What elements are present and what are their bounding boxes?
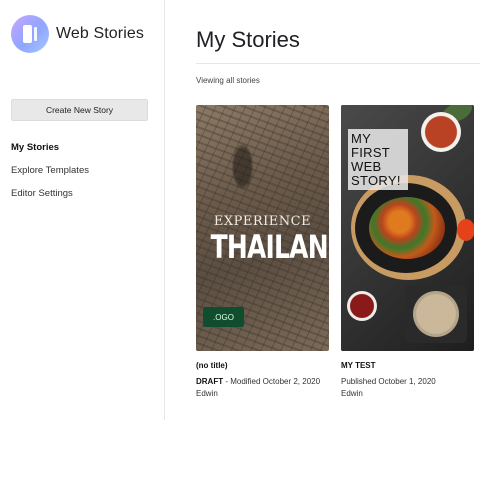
story-author: Edwin [341,389,363,398]
story-author: Edwin [196,389,218,398]
sidebar-nav: My Stories Explore Templates Editor Sett… [11,142,89,211]
main-content: My Stories Viewing all stories EXPERIENC… [196,0,500,500]
story-card[interactable]: EXPERIENCE THAILAND .OGO (no title) DRAF… [196,105,329,400]
header-divider [196,63,480,64]
brand[interactable]: Web Stories [11,15,144,53]
brand-name: Web Stories [56,25,144,42]
cover-headline-small: EXPERIENCE [213,214,312,229]
story-meta: MY TEST Published October 1, 2020 Edwin [341,361,474,400]
page-title: My Stories [196,27,300,52]
modified-date: - Modified October 2, 2020 [223,377,321,386]
sidebar: Web Stories Create New Story My Stories … [0,0,165,420]
story-title[interactable]: (no title) [196,361,329,370]
cover-logo-badge: .OGO [203,307,244,327]
story-thumbnail-food[interactable]: MY FIRST WEB STORY! [341,105,474,351]
view-filter-label: Viewing all stories [196,76,260,85]
sidebar-item-my-stories[interactable]: My Stories [11,142,89,165]
sidebar-item-explore-templates[interactable]: Explore Templates [11,165,89,188]
cover-headline-large: THAILAND [210,228,329,266]
draft-status-label: DRAFT [196,377,224,386]
web-stories-logo-icon [11,15,49,53]
story-meta: (no title) DRAFT - Modified October 2, 2… [196,361,329,400]
story-thumbnail-thailand[interactable]: EXPERIENCE THAILAND .OGO [196,105,329,351]
story-status: Published October 1, 2020 [341,377,436,386]
story-title[interactable]: MY TEST [341,361,474,370]
story-status: DRAFT - Modified October 2, 2020 [196,376,329,388]
sidebar-item-editor-settings[interactable]: Editor Settings [11,188,89,211]
cover-headline: MY FIRST WEB STORY! [348,129,408,190]
story-card[interactable]: MY FIRST WEB STORY! MY TEST Published Oc… [341,105,474,400]
create-new-story-button[interactable]: Create New Story [11,99,148,121]
